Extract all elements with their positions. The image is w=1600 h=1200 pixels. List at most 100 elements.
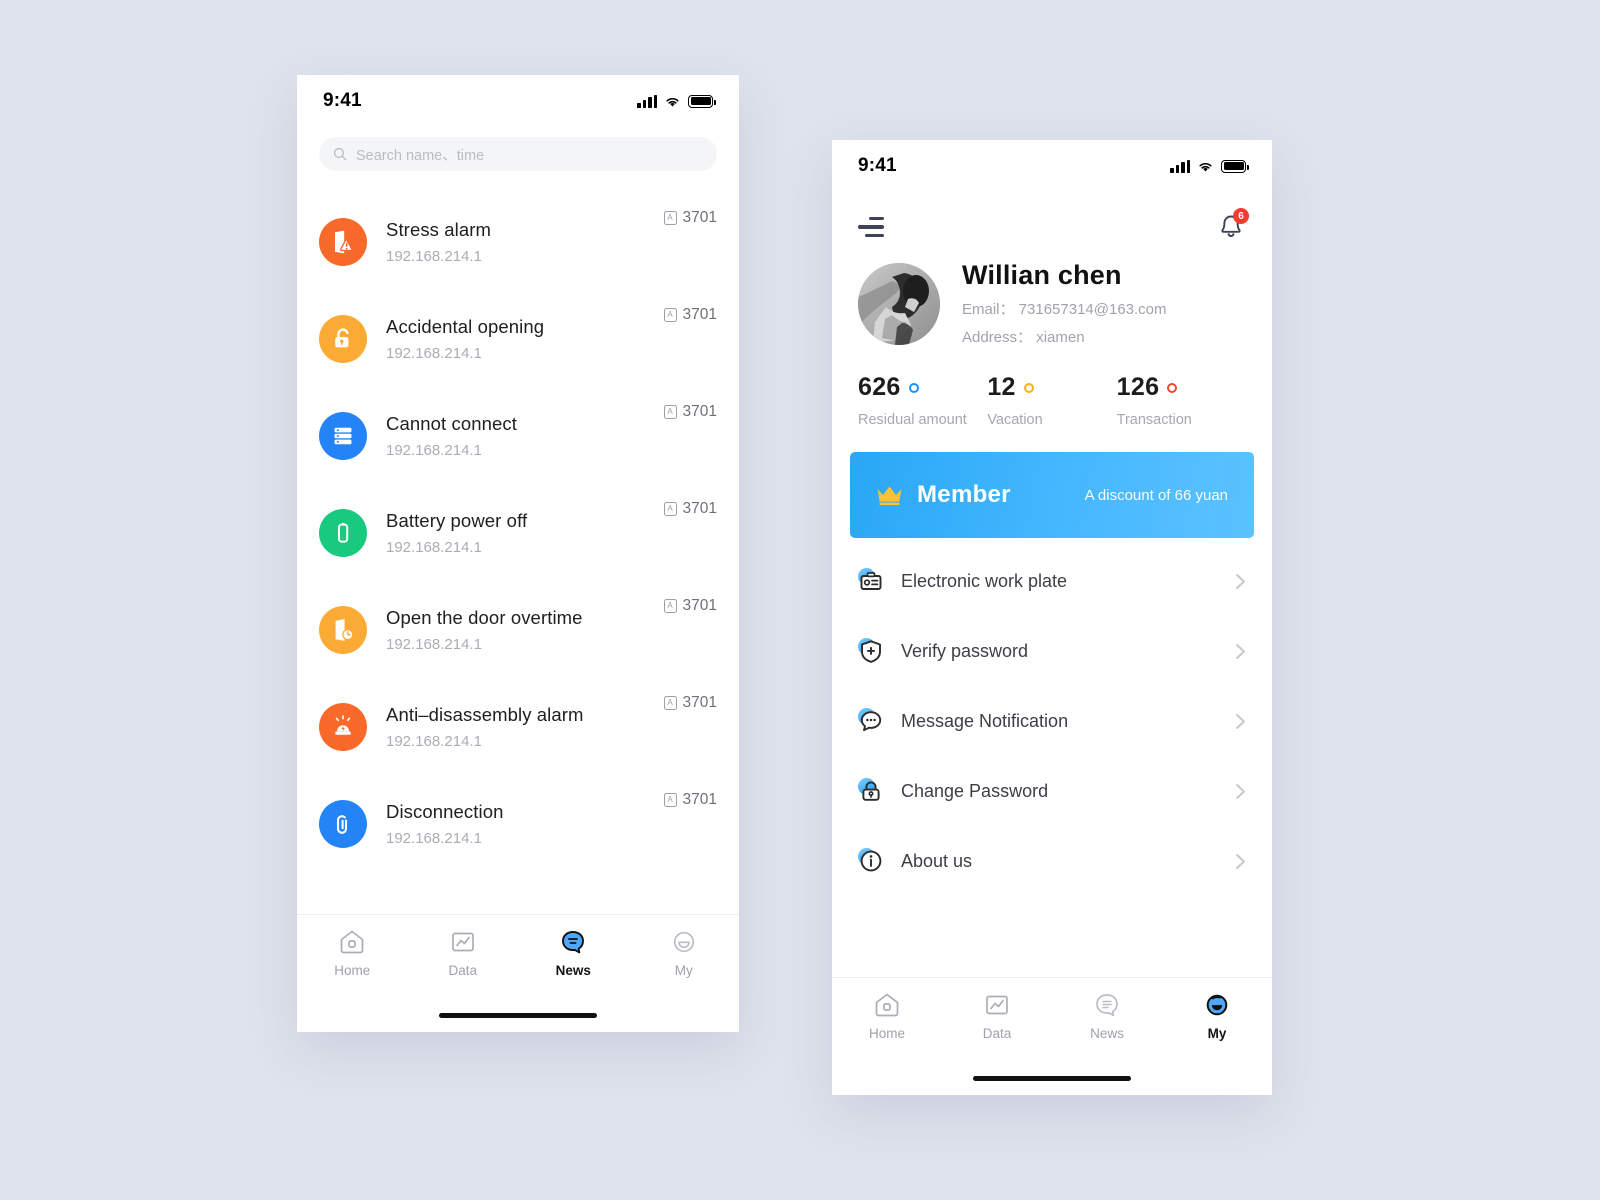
home-icon <box>340 930 364 954</box>
tab-label: My <box>1207 1026 1227 1041</box>
list-item-ip: 192.168.214.1 <box>386 441 482 459</box>
device-id-value: 3701 <box>682 694 717 711</box>
tab-label: Data <box>448 963 478 978</box>
cellular-signal-icon <box>1170 159 1190 173</box>
device-id-value: 3701 <box>682 791 717 808</box>
device-id-value: 3701 <box>682 403 717 420</box>
chevron-right-icon <box>1236 643 1245 659</box>
wifi-icon <box>666 97 679 107</box>
menu-item-electronic-work-plate[interactable]: Electronic work plate <box>858 546 1246 616</box>
list-item-text: Stress alarm 192.168.214.1 <box>386 219 664 265</box>
status-bar: 9:41 <box>832 140 1272 192</box>
stat-label: Vacation <box>987 412 1043 428</box>
profile-header: Willian chen Email： 731657314@163.com Ad… <box>832 248 1272 347</box>
menu-item-label: Message Notification <box>901 710 1069 731</box>
battery-full-icon <box>688 94 716 108</box>
lock-icon <box>858 778 884 804</box>
broken-link-icon <box>319 799 367 848</box>
tab-label: Data <box>982 1026 1012 1041</box>
stat-residual-amount[interactable]: 626 Residual amount <box>858 373 987 428</box>
list-item-device: A 3701 <box>663 403 717 421</box>
search-input[interactable]: Search name、time <box>319 137 717 171</box>
list-item-text: Anti–disassembly alarm 192.168.214.1 <box>386 704 664 750</box>
search-section: Search name、time <box>297 127 739 171</box>
list-item-text: Open the door overtime 192.168.214.1 <box>386 607 664 653</box>
list-item[interactable]: Stress alarm 192.168.214.1 A 3701 <box>297 193 739 290</box>
tab-my[interactable]: My <box>1162 991 1272 1041</box>
home-indicator <box>973 1076 1131 1081</box>
search-placeholder: Search name、time <box>356 147 485 164</box>
list-item[interactable]: Accidental opening 192.168.214.1 A 3701 <box>297 290 739 387</box>
hamburger-menu-icon[interactable] <box>858 216 884 238</box>
list-item-ip: 192.168.214.1 <box>386 247 482 265</box>
list-item-device: A 3701 <box>663 791 717 809</box>
menu-item-change-password[interactable]: Change Password <box>858 756 1246 826</box>
list-item-text: Battery power off 192.168.214.1 <box>386 510 664 556</box>
status-icons <box>1170 159 1249 173</box>
list-item[interactable]: Cannot connect 192.168.214.1 A 3701 <box>297 387 739 484</box>
stat-label: Residual amount <box>858 412 967 428</box>
tab-news[interactable]: News <box>1052 991 1162 1041</box>
cellular-signal-icon <box>637 94 657 108</box>
menu-item-about-us[interactable]: About us <box>858 826 1246 896</box>
menu-item-message-notification[interactable]: Message Notification <box>858 686 1246 756</box>
member-title: Member <box>917 481 1011 508</box>
list-item-ip: 192.168.214.1 <box>386 635 482 653</box>
tab-news[interactable]: News <box>518 928 629 978</box>
chart-icon <box>986 995 1008 1015</box>
stat-transaction[interactable]: 126 Transaction <box>1117 373 1246 428</box>
profile-info: Willian chen Email： 731657314@163.com Ad… <box>962 260 1167 347</box>
device-id-icon: A <box>663 502 677 516</box>
member-subtitle: A discount of 66 yuan <box>1084 486 1228 504</box>
list-item-ip: 192.168.214.1 <box>386 732 482 750</box>
stat-vacation[interactable]: 12 Vacation <box>987 373 1116 428</box>
device-id-icon: A <box>663 211 677 225</box>
list-item-text: Accidental opening 192.168.214.1 <box>386 316 664 362</box>
list-item-title: Cannot connect <box>386 412 517 434</box>
list-item[interactable]: Battery power off 192.168.214.1 A 3701 <box>297 484 739 581</box>
door-clock-icon <box>319 605 367 654</box>
avatar <box>858 262 940 345</box>
device-id-icon: A <box>663 405 677 419</box>
list-item-device: A 3701 <box>663 500 717 518</box>
list-item-title: Accidental opening <box>386 315 545 337</box>
list-item-ip: 192.168.214.1 <box>386 829 482 847</box>
tab-data[interactable]: Data <box>408 928 519 978</box>
stat-value: 12 <box>987 373 1016 401</box>
chevron-right-icon <box>1236 783 1245 799</box>
profile-screen: 9:41 6 Willian chen Email： 731657314@163… <box>832 140 1272 1095</box>
member-banner[interactable]: Member A discount of 66 yuan <box>850 452 1254 538</box>
device-id-value: 3701 <box>682 306 717 323</box>
smiley-icon <box>1206 994 1228 1016</box>
tab-my[interactable]: My <box>629 928 740 978</box>
list-item-device: A 3701 <box>663 694 717 712</box>
list-item[interactable]: Anti–disassembly alarm 192.168.214.1 A 3… <box>297 678 739 775</box>
menu-item-verify-password[interactable]: Verify password <box>858 616 1246 686</box>
news-list: Stress alarm 192.168.214.1 A 3701 Accide… <box>297 171 739 872</box>
chevron-right-icon <box>1236 573 1245 589</box>
notification-bell-button[interactable]: 6 <box>1216 208 1249 242</box>
list-item-ip: 192.168.214.1 <box>386 344 482 362</box>
home-indicator <box>439 1013 597 1018</box>
list-item-ip: 192.168.214.1 <box>386 538 482 556</box>
stat-value: 626 <box>858 373 901 401</box>
device-id-icon: A <box>663 599 677 613</box>
news-screen: 9:41 Search name、time Stress alarm 192.1… <box>297 75 739 1032</box>
menu-item-label: Change Password <box>901 780 1049 801</box>
tab-label: News <box>555 963 591 978</box>
device-id-icon: A <box>663 696 677 710</box>
list-item-device: A 3701 <box>663 209 717 227</box>
tab-label: My <box>674 963 693 978</box>
profile-address: Address： xiamen <box>962 329 1085 346</box>
screenshot-canvas: 9:41 Search name、time Stress alarm 192.1… <box>0 0 1600 1200</box>
list-item-title: Anti–disassembly alarm <box>386 703 584 725</box>
status-dot-icon <box>1023 382 1034 393</box>
tab-home[interactable]: Home <box>297 928 408 978</box>
list-item[interactable]: Open the door overtime 192.168.214.1 A 3… <box>297 581 739 678</box>
tab-home[interactable]: Home <box>832 991 942 1041</box>
tab-label: News <box>1090 1026 1124 1041</box>
smiley-icon <box>673 931 694 953</box>
list-item-device: A 3701 <box>663 597 717 615</box>
tab-data[interactable]: Data <box>942 991 1052 1041</box>
list-item[interactable]: Disconnection 192.168.214.1 A 3701 <box>297 775 739 872</box>
